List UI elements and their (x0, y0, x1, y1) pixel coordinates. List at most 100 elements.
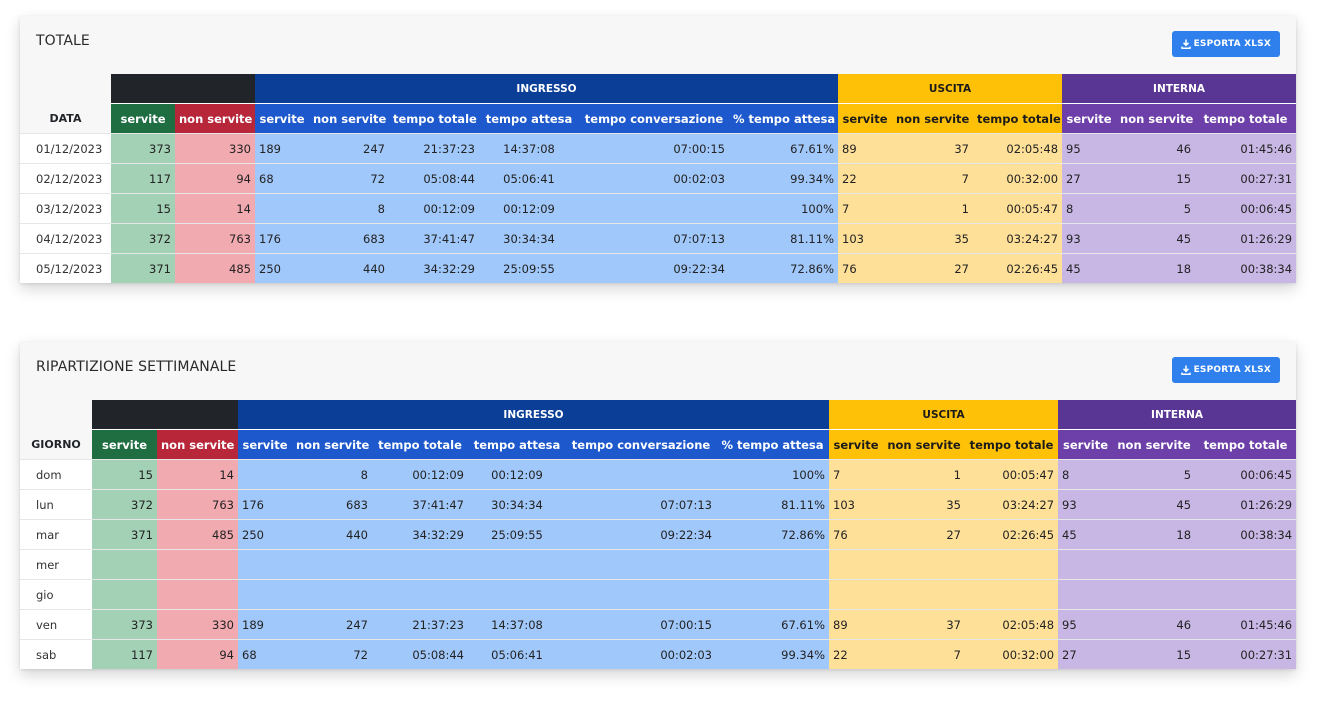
cell-ingresso-tempo-attesa: 00:12:09 (468, 459, 566, 490)
cell-ingresso-servite (238, 459, 292, 490)
col-ingresso-perc-attesa: % tempo attesa (729, 103, 838, 134)
settimanale-export-button[interactable]: ESPORTA XLSX (1171, 357, 1280, 383)
cell-ingresso-tempo-attesa: 05:06:41 (468, 639, 566, 669)
col-interna-tempo-totale: tempo totale (1195, 103, 1297, 134)
cell-ingresso-tempo-conversazione: 07:07:13 (566, 489, 716, 520)
cell-interna-tempo-totale: 01:45:46 (1195, 609, 1297, 640)
cell-interna-non-servite: 5 (1113, 459, 1196, 490)
cell-ingresso-servite: 250 (238, 519, 292, 550)
cell-row-label: 04/12/2023 (20, 223, 111, 254)
cell-interna-non-servite: 15 (1113, 639, 1196, 669)
cell-ingresso-tempo-totale: 34:32:29 (389, 253, 479, 283)
table-row: mer (20, 549, 1297, 580)
cell-ingresso-servite: 176 (238, 489, 292, 520)
cell-ingresso-tempo-totale (372, 579, 468, 610)
cell-interna-servite: 95 (1058, 609, 1114, 640)
cell-uscita-tempo-totale: 02:26:45 (965, 519, 1059, 550)
cell-ingresso-perc-attesa: 67.61% (729, 133, 838, 164)
cell-non-servite: 763 (175, 223, 255, 254)
cell-ingresso-tempo-totale: 05:08:44 (389, 163, 479, 194)
cell-row-label: gio (20, 579, 92, 610)
cell-non-servite: 14 (175, 193, 255, 224)
col-ingresso-tempo-totale: tempo totale (389, 103, 479, 134)
cell-uscita-non-servite: 37 (892, 133, 973, 164)
cell-uscita-servite (829, 579, 883, 610)
cell-interna-servite: 93 (1058, 489, 1114, 520)
cell-row-label: mar (20, 519, 92, 550)
cell-ingresso-tempo-conversazione (566, 459, 716, 490)
cell-row-label: mer (20, 549, 92, 580)
cell-non-servite: 330 (157, 609, 238, 640)
cell-ingresso-tempo-totale: 00:12:09 (389, 193, 479, 224)
col-ingresso-tempo-attesa: tempo attesa (468, 429, 566, 460)
col-interna-non-servite: non servite (1116, 103, 1196, 134)
summary-group-header (92, 400, 238, 430)
cell-uscita-tempo-totale: 02:05:48 (965, 609, 1059, 640)
col-ingresso-tempo-conversazione: tempo conversazione (579, 103, 729, 134)
settimanale-table: INGRESSO USCITA INTERNA GIORNO servite n… (20, 400, 1297, 669)
cell-non-servite: 485 (157, 519, 238, 550)
cell-ingresso-tempo-conversazione: 07:07:13 (579, 223, 729, 254)
settimanale-title: RIPARTIZIONE SETTIMANALE (36, 359, 237, 375)
cell-uscita-non-servite: 27 (892, 253, 973, 283)
settimanale-export-label: ESPORTA XLSX (1193, 365, 1271, 375)
cell-interna-non-servite: 46 (1113, 609, 1196, 640)
table-row: 04/12/2023 372 763 176 683 37:41:47 30:34:34 07… (20, 223, 1297, 254)
cell-ingresso-non-servite: 72 (292, 639, 372, 669)
cell-interna-tempo-totale: 01:26:29 (1195, 489, 1297, 520)
group-interna: INTERNA (1062, 74, 1297, 104)
cell-ingresso-tempo-totale (372, 549, 468, 580)
cell-ingresso-servite (238, 579, 292, 610)
cell-ingresso-non-servite: 683 (292, 489, 372, 520)
cell-ingresso-tempo-conversazione: 00:02:03 (579, 163, 729, 194)
cell-ingresso-servite: 189 (255, 133, 309, 164)
cell-ingresso-servite (255, 193, 309, 224)
cell-uscita-servite (829, 549, 883, 580)
cell-uscita-non-servite: 7 (892, 163, 973, 194)
cell-ingresso-non-servite (292, 549, 372, 580)
cell-ingresso-tempo-totale: 37:41:47 (389, 223, 479, 254)
cell-uscita-tempo-totale: 03:24:27 (973, 223, 1063, 254)
cell-ingresso-non-servite: 247 (292, 609, 372, 640)
cell-ingresso-perc-attesa: 72.86% (729, 253, 838, 283)
cell-uscita-servite: 7 (829, 459, 883, 490)
col-ingresso-non-servite: non servite (292, 429, 372, 460)
cell-interna-tempo-totale: 00:38:34 (1195, 253, 1297, 283)
cell-uscita-servite: 89 (838, 133, 892, 164)
cell-row-label: lun (20, 489, 92, 520)
col-ingresso-tempo-attesa: tempo attesa (479, 103, 579, 134)
corner-cell (20, 400, 92, 430)
cell-interna-non-servite: 5 (1116, 193, 1196, 224)
cell-non-servite: 330 (175, 133, 255, 164)
cell-servite: 373 (92, 609, 157, 640)
cell-ingresso-tempo-totale: 00:12:09 (372, 459, 468, 490)
cell-ingresso-non-servite: 440 (309, 253, 389, 283)
cell-non-servite: 485 (175, 253, 255, 283)
cell-interna-tempo-totale: 01:26:29 (1195, 223, 1297, 254)
cell-ingresso-servite: 176 (255, 223, 309, 254)
table-row: gio (20, 579, 1297, 610)
settimanale-card: RIPARTIZIONE SETTIMANALE ESPORTA XLSX IN… (20, 342, 1297, 669)
col-uscita-tempo-totale: tempo totale (973, 103, 1063, 134)
cell-ingresso-tempo-attesa (468, 549, 566, 580)
cell-ingresso-non-servite: 683 (309, 223, 389, 254)
cell-ingresso-tempo-totale: 05:08:44 (372, 639, 468, 669)
cell-ingresso-perc-attesa: 81.11% (729, 223, 838, 254)
totale-export-button[interactable]: ESPORTA XLSX (1171, 31, 1280, 57)
cell-row-label: ven (20, 609, 92, 640)
group-interna: INTERNA (1058, 400, 1297, 430)
cell-uscita-non-servite: 7 (883, 639, 965, 669)
totale-card: TOTALE ESPORTA XLSX INGRESSO USCITA INTE… (20, 16, 1297, 283)
cell-servite: 117 (111, 163, 175, 194)
cell-ingresso-non-servite: 8 (292, 459, 372, 490)
cell-interna-tempo-totale: 00:27:31 (1195, 163, 1297, 194)
col-interna-tempo-totale: tempo totale (1195, 429, 1297, 460)
col-uscita-tempo-totale: tempo totale (965, 429, 1059, 460)
cell-ingresso-tempo-attesa: 05:06:41 (479, 163, 579, 194)
table-row: mar 371 485 250 440 34:32:29 25:09:55 09:22:34 7… (20, 519, 1297, 550)
cell-ingresso-non-servite: 440 (292, 519, 372, 550)
table-row: 03/12/2023 15 14 8 00:12:09 00:12:09 100% 7 1 00:… (20, 193, 1297, 224)
cell-servite: 15 (111, 193, 175, 224)
cell-servite: 372 (111, 223, 175, 254)
settimanale-header: RIPARTIZIONE SETTIMANALE ESPORTA XLSX (20, 342, 1296, 400)
